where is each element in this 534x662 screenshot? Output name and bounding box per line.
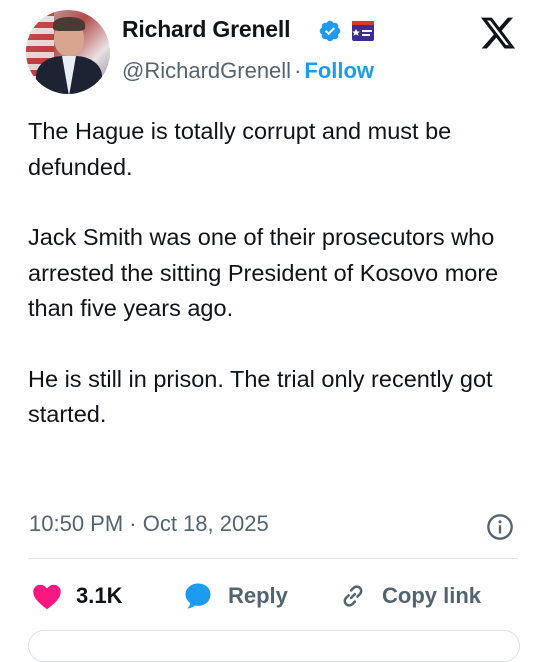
link-icon: [343, 585, 363, 607]
copy-link-label: Copy link: [382, 583, 482, 608]
author-display-name[interactable]: Richard Grenell: [122, 16, 290, 43]
separator-dot: ·: [294, 58, 302, 83]
like-button[interactable]: 3.1K: [32, 578, 122, 614]
tweet-text: The Hague is totally corrupt and must be…: [28, 114, 518, 433]
author-handle-row: @RichardGrenell · Follow: [122, 58, 374, 84]
speech-bubble-icon: [185, 583, 211, 609]
avatar-hair: [53, 17, 85, 31]
tweet-paragraph: He is still in prison. The trial only re…: [28, 365, 493, 428]
avatar[interactable]: [26, 10, 110, 94]
reply-button[interactable]: Reply: [182, 578, 288, 614]
copy-link-button[interactable]: Copy link: [338, 578, 481, 614]
reply-label: Reply: [228, 583, 288, 608]
read-replies-button[interactable]: [28, 630, 520, 662]
heart-icon: [33, 584, 61, 610]
tweet-paragraph: Jack Smith was one of their prosecutors …: [28, 224, 499, 321]
affiliate-badge-icon[interactable]: [351, 19, 375, 43]
verified-badge-icon: [319, 20, 341, 42]
tweet-paragraph: The Hague is totally corrupt and must be…: [28, 118, 452, 180]
divider: [28, 558, 518, 559]
x-logo-icon[interactable]: [478, 14, 518, 52]
info-icon[interactable]: [486, 513, 514, 541]
author-handle[interactable]: @RichardGrenell: [122, 58, 291, 83]
like-count: 3.1K: [76, 583, 123, 608]
follow-button[interactable]: Follow: [304, 58, 374, 83]
tweet-timestamp[interactable]: 10:50 PM · Oct 18, 2025: [29, 511, 269, 537]
